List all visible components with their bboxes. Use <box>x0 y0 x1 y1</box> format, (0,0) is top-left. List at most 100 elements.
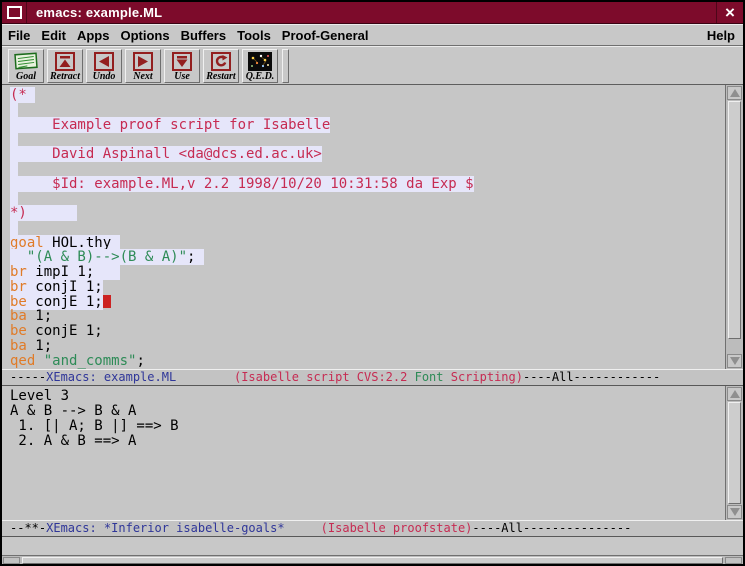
code-token: 1; <box>27 338 52 354</box>
menu-item-tools[interactable]: Tools <box>237 28 271 43</box>
scrollbar-up-button[interactable] <box>727 387 742 401</box>
toolbar-separator <box>282 49 289 83</box>
modeline-script: -----XEmacs: example.ML (Isabelle script… <box>2 369 743 386</box>
code-token: 1; <box>27 308 52 324</box>
code-token <box>10 190 18 206</box>
goals-line: Level 3 <box>10 389 725 404</box>
toolbar-button-use[interactable]: Use <box>164 49 200 83</box>
toolbar-button-retract[interactable]: Retract <box>47 49 83 83</box>
code-line: br impI 1; <box>10 265 725 280</box>
menu-item-edit[interactable]: Edit <box>41 28 66 43</box>
code-line <box>10 191 725 206</box>
toolbar-button-restart[interactable]: Restart <box>203 49 239 83</box>
code-token: (* <box>10 87 35 103</box>
toolbar-button-qed[interactable]: Q.E.D. <box>242 49 278 83</box>
code-token: qed <box>10 353 35 369</box>
code-token: "and_comms" <box>44 353 137 369</box>
hscroll-thumb[interactable] <box>22 557 723 564</box>
code-line: goal HOL.thy <box>10 236 725 251</box>
code-token: "(A & B)-->(B & A)" <box>27 249 187 265</box>
next-icon <box>133 51 153 71</box>
code-token: be <box>10 323 27 339</box>
horizontal-scrollbar[interactable] <box>2 555 743 565</box>
arrow-down-icon <box>730 357 740 365</box>
toolbar-button-label: Restart <box>206 71 235 82</box>
echo-area[interactable] <box>2 537 743 555</box>
goals-line: 2. A & B ==> A <box>10 434 725 449</box>
toolbar-button-label: Retract <box>50 71 80 82</box>
scrollbar-down-button[interactable] <box>727 354 742 368</box>
goals-line: A & B --> B & A <box>10 404 725 419</box>
menu-item-apps[interactable]: Apps <box>77 28 110 43</box>
modeline-segment: --**- <box>10 521 46 535</box>
modeline-segment: ----All--------------- <box>472 521 631 535</box>
scrollbar-thumb[interactable] <box>728 402 741 504</box>
code-line: (* <box>10 88 725 103</box>
window-icon <box>7 6 22 19</box>
toolbar: Goal Retract Undo <box>2 46 743 85</box>
code-token: br <box>10 279 27 295</box>
modeline-buffer-name: XEmacs: example.ML <box>46 370 176 384</box>
code-token: ; <box>187 249 204 265</box>
menu-item-help[interactable]: Help <box>707 28 735 43</box>
goals-buffer[interactable]: Level 3 A & B --> B & A 1. [| A; B |] ==… <box>2 386 725 520</box>
goals-line: 1. [| A; B |] ==> B <box>10 419 725 434</box>
modeline-scripting-mode: Scripting) <box>444 370 523 384</box>
code-token <box>10 161 18 177</box>
arrow-up-icon <box>730 390 740 398</box>
code-token <box>10 131 18 147</box>
scrollbar-down-button[interactable] <box>727 505 742 519</box>
code-line: be conjE 1; <box>10 295 725 310</box>
hscroll-left-cap[interactable] <box>3 557 20 564</box>
toolbar-button-next[interactable]: Next <box>125 49 161 83</box>
close-button[interactable]: × <box>716 2 743 23</box>
code-line: $Id: example.ML,v 2.2 1998/10/20 10:31:5… <box>10 177 725 192</box>
goal-script-icon <box>14 51 38 71</box>
goals-buffer-window: Level 3 A & B --> B & A 1. [| A; B |] ==… <box>2 386 743 520</box>
modeline-segment <box>176 370 234 384</box>
menu-item-options[interactable]: Options <box>120 28 169 43</box>
modeline-segment: ----All------------ <box>523 370 660 384</box>
script-scrollbar[interactable] <box>725 85 743 369</box>
scrollbar-thumb[interactable] <box>728 101 741 339</box>
code-line: "(A & B)-->(B & A)"; <box>10 250 725 265</box>
code-token: goal <box>10 235 44 251</box>
code-token: Example proof script for Isabelle <box>10 117 330 133</box>
toolbar-button-undo[interactable]: Undo <box>86 49 122 83</box>
system-menu-button[interactable] <box>2 2 27 23</box>
text-cursor <box>103 295 111 308</box>
modeline-mode-info: (Isabelle proofstate) <box>321 521 473 535</box>
arrow-up-icon <box>730 89 740 97</box>
menu-item-file[interactable]: File <box>8 28 30 43</box>
goals-scrollbar[interactable] <box>725 386 743 520</box>
code-line: qed "and_comms"; <box>10 354 725 369</box>
code-token: *) <box>10 205 77 221</box>
code-token: be <box>10 294 27 310</box>
qed-fireworks-icon <box>248 51 272 71</box>
scrollbar-up-button[interactable] <box>727 86 742 100</box>
menu-item-buffers[interactable]: Buffers <box>181 28 227 43</box>
menu-item-proof-general[interactable]: Proof-General <box>282 28 369 43</box>
code-token: br <box>10 264 27 280</box>
code-token <box>10 220 18 236</box>
code-line: ba 1; <box>10 309 725 324</box>
code-token: ba <box>10 338 27 354</box>
code-token <box>35 353 43 369</box>
code-line: ba 1; <box>10 339 725 354</box>
code-token <box>10 249 27 265</box>
code-token: ; <box>136 353 144 369</box>
window-title: emacs: example.ML <box>27 5 716 20</box>
code-token: conjI 1; <box>27 279 103 295</box>
script-buffer[interactable]: (* Example proof script for Isabelle Dav… <box>2 85 725 369</box>
code-token: conjE 1; <box>27 294 103 310</box>
modeline-buffer-name: XEmacs: *Inferior isabelle-goals* <box>46 521 284 535</box>
code-line <box>10 132 725 147</box>
hscroll-right-cap[interactable] <box>725 557 742 564</box>
xemacs-window: emacs: example.ML × File Edit Apps Optio… <box>0 0 745 566</box>
use-icon <box>172 51 192 71</box>
code-token: impI 1; <box>27 264 120 280</box>
code-line <box>10 221 725 236</box>
toolbar-button-label: Next <box>133 71 152 82</box>
code-token: $Id: example.ML,v 2.2 1998/10/20 10:31:5… <box>10 176 474 192</box>
toolbar-button-goal[interactable]: Goal <box>8 49 44 83</box>
